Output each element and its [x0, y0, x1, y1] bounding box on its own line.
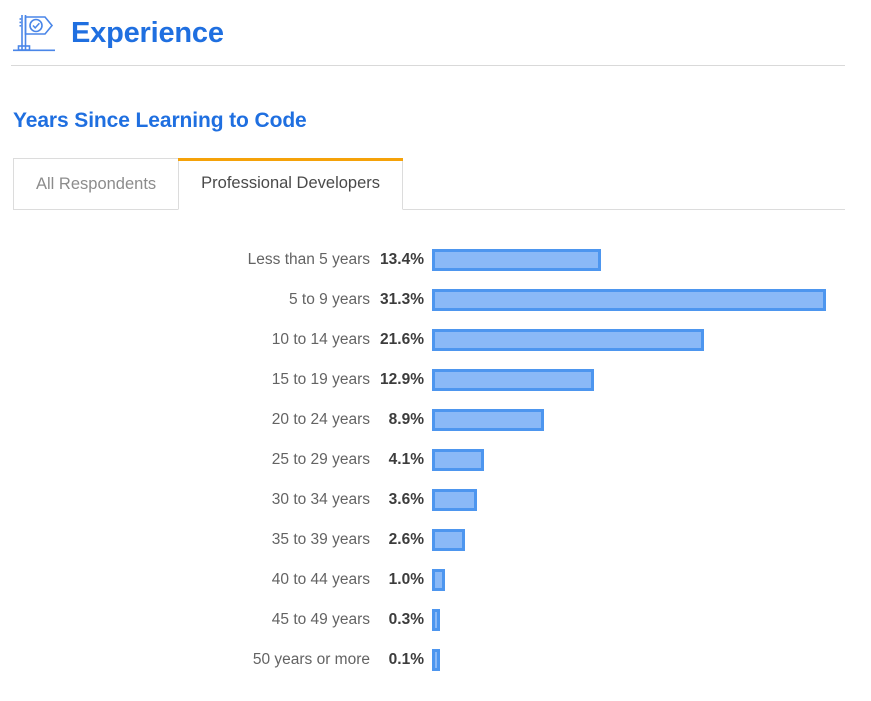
- bar-chart: Less than 5 years 13.4% 5 to 9 years 31.3% 1…: [0, 240, 871, 680]
- bar-value-label: 0.3%: [388, 611, 424, 628]
- bar-category-label: 35 to 39 years: [271, 531, 370, 548]
- bar-category-label: 25 to 29 years: [271, 451, 370, 468]
- bar-track: [432, 527, 871, 553]
- bar-category-label: 5 to 9 years: [289, 291, 370, 308]
- bar-row: 45 to 49 years 0.3%: [0, 600, 871, 640]
- tab-all-respondents-label: All Respondents: [36, 174, 157, 193]
- bar-value-label: 21.6%: [380, 331, 424, 348]
- bar-row: 30 to 34 years 3.6%: [0, 480, 871, 520]
- bar-value-label: 4.1%: [388, 451, 424, 468]
- bar-track: [432, 367, 871, 393]
- bar-category-label: 45 to 49 years: [271, 611, 370, 628]
- bar-row: 35 to 39 years 2.6%: [0, 520, 871, 560]
- bar[interactable]: [432, 289, 826, 311]
- bar[interactable]: [432, 489, 478, 511]
- bar-value-label: 31.3%: [380, 291, 424, 308]
- bar-track: [432, 327, 871, 353]
- bar-value-label: 2.6%: [388, 531, 424, 548]
- bar-row: 25 to 29 years 4.1%: [0, 440, 871, 480]
- page-title: Experience: [71, 16, 224, 49]
- bar-track: [432, 407, 871, 433]
- bar-row: 20 to 24 years 8.9%: [0, 400, 871, 440]
- bar-track: [432, 647, 871, 673]
- bar-track: [432, 447, 871, 473]
- tab-list: All Respondents Professional Developers: [13, 158, 871, 210]
- bar-category-label: 30 to 34 years: [271, 491, 370, 508]
- bar[interactable]: [432, 369, 595, 391]
- header-divider: [11, 65, 845, 66]
- bar-row: 10 to 14 years 21.6%: [0, 320, 871, 360]
- bar-value-label: 3.6%: [388, 491, 424, 508]
- bar-category-label: Less than 5 years: [247, 251, 370, 268]
- bar-category-label: 40 to 44 years: [271, 571, 370, 588]
- tab-strip: All Respondents Professional Developers: [0, 158, 871, 210]
- tab-professional-developers[interactable]: Professional Developers: [178, 158, 404, 210]
- bar-row: 15 to 19 years 12.9%: [0, 360, 871, 400]
- flag-check-icon: [13, 15, 55, 52]
- bar-value-label: 1.0%: [388, 571, 424, 588]
- bar-category-label: 20 to 24 years: [271, 411, 370, 428]
- bar-category-label: 50 years or more: [252, 651, 370, 668]
- bar-row: 5 to 9 years 31.3%: [0, 280, 871, 320]
- bar-track: [432, 607, 871, 633]
- bar-value-label: 12.9%: [380, 371, 424, 388]
- chart-block: Years Since Learning to Code All Respond…: [0, 66, 871, 680]
- bar[interactable]: [432, 649, 440, 671]
- bar[interactable]: [432, 249, 601, 271]
- chart-title: Years Since Learning to Code: [13, 109, 307, 132]
- bar-value-label: 13.4%: [380, 251, 424, 268]
- bar-row: 50 years or more 0.1%: [0, 640, 871, 680]
- bar-row: 40 to 44 years 1.0%: [0, 560, 871, 600]
- tab-all-respondents[interactable]: All Respondents: [13, 158, 180, 210]
- bar-track: [432, 247, 871, 273]
- bar[interactable]: [432, 409, 545, 431]
- bar-row: Less than 5 years 13.4%: [0, 240, 871, 280]
- bar-value-label: 8.9%: [388, 411, 424, 428]
- bar-track: [432, 567, 871, 593]
- bar-value-label: 0.1%: [388, 651, 424, 668]
- page-header: Experience: [0, 0, 871, 66]
- bar-category-label: 15 to 19 years: [271, 371, 370, 388]
- bar-track: [432, 487, 871, 513]
- bar[interactable]: [432, 609, 440, 631]
- bar[interactable]: [432, 529, 465, 551]
- bar-track: [432, 287, 871, 313]
- bar[interactable]: [432, 569, 445, 591]
- tab-professional-developers-label: Professional Developers: [201, 174, 381, 192]
- bar[interactable]: [432, 329, 704, 351]
- bar-category-label: 10 to 14 years: [271, 331, 370, 348]
- bar[interactable]: [432, 449, 484, 471]
